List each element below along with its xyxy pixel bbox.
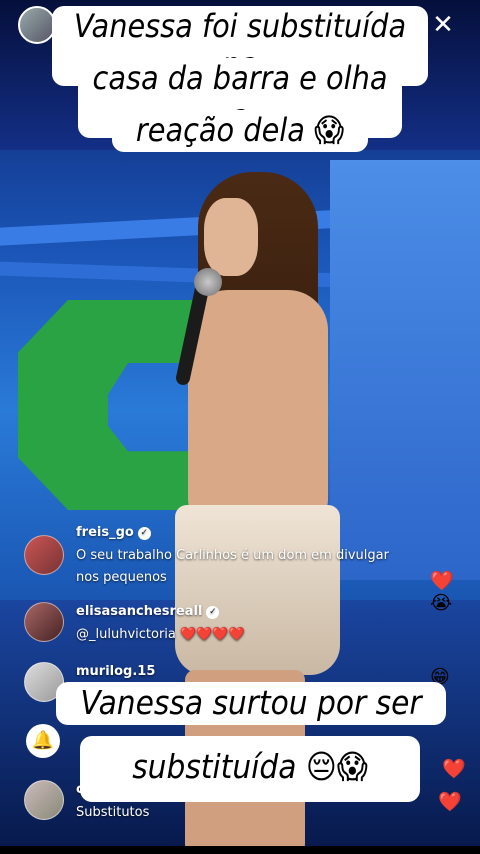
bottom-caption-text-1: Vanessa surtou por ser: [80, 683, 422, 722]
bottom-caption-line-2: substituída 😔😱: [80, 736, 420, 802]
stage-right-panel: [330, 160, 480, 580]
heart-reaction-icon: ❤️: [442, 758, 466, 780]
comment-text: Substitutos: [76, 805, 150, 820]
comment-text: @_luluhvictoria ❤️❤️❤️❤️: [76, 627, 245, 642]
heart-emoji-icon: ❤️❤️❤️❤️: [180, 627, 245, 642]
avatar[interactable]: [24, 535, 64, 575]
performer-face: [204, 198, 258, 276]
comment-username[interactable]: murilog.15: [76, 664, 155, 679]
microphone-head: [194, 268, 222, 296]
comment-username[interactable]: freis_go ✓: [76, 525, 151, 540]
comment-username[interactable]: elisasanchesreall ✓: [76, 604, 220, 619]
bottom-caption-line-1: Vanessa surtou por ser: [56, 682, 446, 725]
comment-text: O seu trabalho Carlinhos é um dom em div…: [76, 548, 389, 585]
performer-body: [188, 290, 328, 520]
pensive-emoji-icon: 😔: [305, 747, 337, 786]
close-button[interactable]: ✕: [426, 8, 460, 42]
comment-item[interactable]: freis_go ✓ O seu trabalho Carlinhos é um …: [24, 525, 424, 585]
avatar[interactable]: [24, 602, 64, 642]
top-caption-text-3: reação dela: [135, 111, 305, 149]
bell-icon: 🔔: [31, 730, 55, 751]
cry-reaction-icon: 😭: [430, 592, 453, 614]
close-icon: ✕: [432, 10, 454, 40]
verified-icon: ✓: [206, 606, 220, 619]
bottom-caption-text-2: substituída: [132, 747, 297, 786]
avatar[interactable]: [24, 780, 64, 820]
verified-icon: ✓: [137, 527, 151, 540]
notification-button[interactable]: 🔔: [26, 724, 60, 758]
scream-emoji-icon: 😱: [336, 747, 368, 786]
scream-emoji-icon: 😱: [314, 111, 345, 149]
top-caption-line-3: reação dela 😱: [112, 110, 368, 152]
comment-item[interactable]: elisasanchesreall ✓ @_luluhvictoria ❤️❤️❤…: [24, 602, 424, 644]
host-avatar[interactable]: [18, 6, 56, 44]
bottom-bar: [0, 846, 480, 854]
heart-reaction-icon: ❤️: [438, 791, 462, 813]
